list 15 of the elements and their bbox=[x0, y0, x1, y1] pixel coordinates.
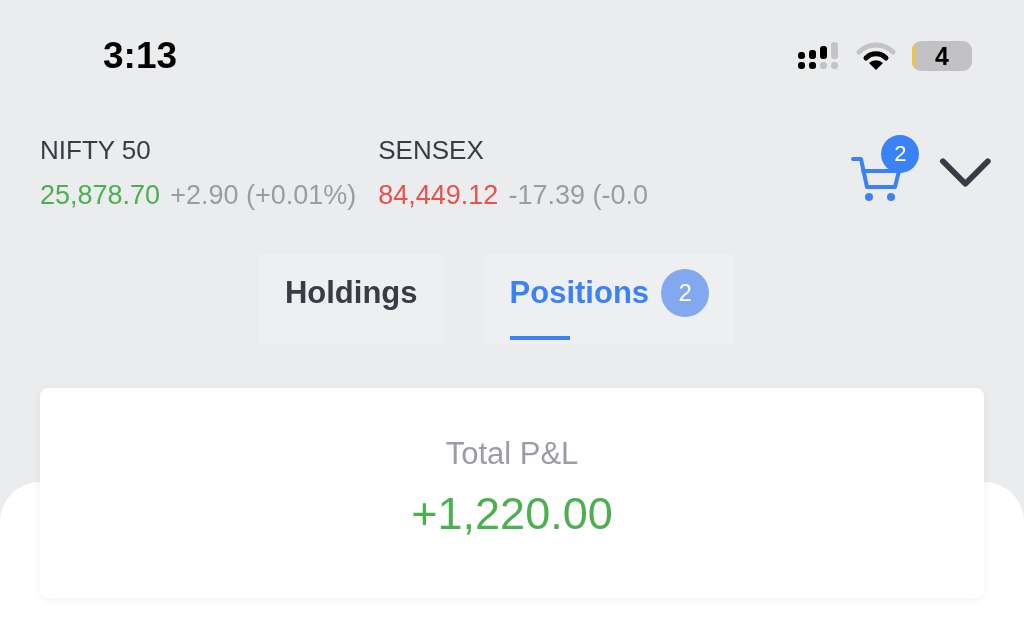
index-change: +2.90 (+0.01%) bbox=[170, 180, 357, 211]
battery-icon: 4 bbox=[912, 41, 972, 71]
index-name: SENSEX bbox=[378, 135, 485, 166]
pnl-value: +1,220.00 bbox=[411, 488, 613, 540]
count-badge: 2 bbox=[661, 269, 710, 317]
index-value: 25,878.70 bbox=[40, 180, 161, 211]
pnl-label: Total P&L bbox=[445, 436, 579, 472]
index-change: -17.39 (-0.0 bbox=[508, 180, 648, 211]
cart-count-badge: 2 bbox=[881, 135, 920, 173]
chevron-down-icon[interactable] bbox=[939, 157, 992, 189]
status-time: 3:13 bbox=[103, 35, 178, 77]
index-name: NIFTY 50 bbox=[40, 135, 152, 166]
signal-icon bbox=[798, 42, 840, 70]
wifi-icon bbox=[856, 41, 896, 71]
index-value: 84,449.12 bbox=[378, 180, 499, 211]
